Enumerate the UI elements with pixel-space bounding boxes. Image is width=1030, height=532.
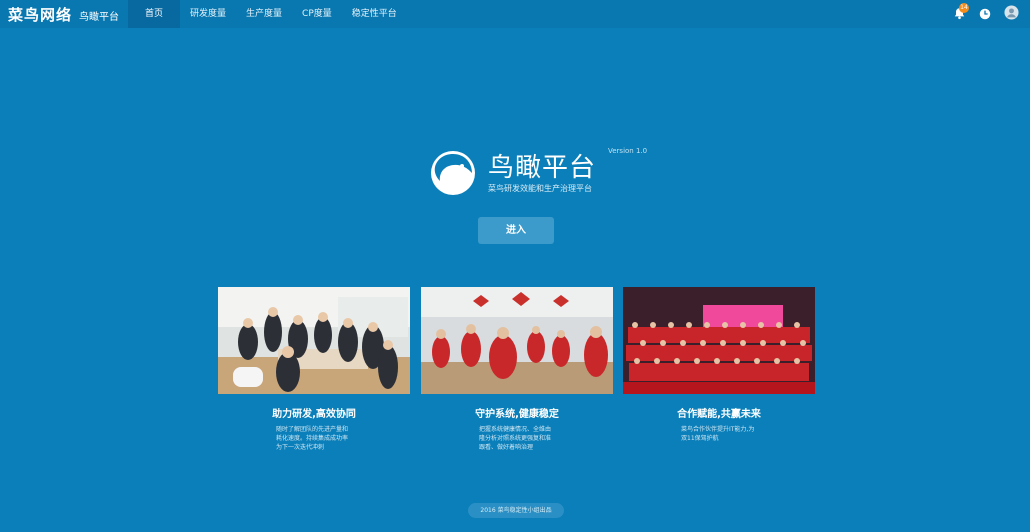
- user-avatar-icon: [1003, 4, 1019, 24]
- nav-item-cp-metrics[interactable]: CP度量: [292, 0, 342, 28]
- product-name: 鸟瞰平台: [79, 11, 120, 23]
- top-right-actions: 14: [944, 0, 1022, 28]
- notifications-button[interactable]: 14: [948, 0, 970, 28]
- card-title: 合作赋能,共赢未来: [677, 409, 761, 420]
- nav-item-production-metrics[interactable]: 生产度量: [236, 0, 292, 28]
- nav-item-home[interactable]: 首页: [128, 0, 180, 28]
- feature-card-collaboration: 助力研发,高效协同 随时了解团队的先进产量和耗化速度。持续集成成功率为下一次迭代…: [218, 287, 410, 452]
- user-menu-button[interactable]: [1000, 0, 1022, 28]
- enter-button[interactable]: 进入: [478, 217, 554, 244]
- clock-button[interactable]: [974, 0, 996, 28]
- notification-count-badge: 14: [959, 3, 969, 13]
- team-office-photo: [218, 287, 410, 394]
- footer-credit: 2016 菜鸟稳定性小组出品: [468, 503, 564, 518]
- feature-card-stability: 守护系统,健康稳定 把握系统健康情况、全维由隆分析对照系统更强复和准跟看、做好着…: [421, 287, 613, 452]
- team-group-photo: [623, 287, 815, 394]
- card-description: 菜鸟合作伙伴提升IT能力,为双11保驾护航: [681, 426, 755, 442]
- nav-item-rd-metrics[interactable]: 研发度量: [180, 0, 236, 28]
- card-title: 助力研发,高效协同: [272, 409, 356, 420]
- card-description: 随时了解团队的先进产量和耗化速度。持续集成成功率为下一次迭代冲刺: [276, 426, 349, 451]
- hero-subtitle: 菜鸟研发效能和生产治理平台: [488, 184, 592, 193]
- team-red-shirts-photo: [421, 287, 613, 394]
- top-navigation-bar: 菜鸟网络 鸟瞰平台 首页 研发度量 生产度量 CP度量 稳定性平台 14: [0, 0, 1030, 28]
- card-description: 把握系统健康情况、全维由隆分析对照系统更强复和准跟看、做好着响治理: [479, 426, 552, 451]
- brand-name: 菜鸟网络: [8, 5, 73, 24]
- platform-logo-icon: [430, 150, 476, 196]
- card-title: 守护系统,健康稳定: [475, 409, 559, 420]
- brand[interactable]: 菜鸟网络 鸟瞰平台: [0, 4, 128, 25]
- feature-card-partnership: 合作赋能,共赢未来 菜鸟合作伙伴提升IT能力,为双11保驾护航: [623, 287, 815, 443]
- hero-title: 鸟瞰平台: [488, 153, 597, 183]
- main-nav: 首页 研发度量 生产度量 CP度量 稳定性平台: [128, 0, 407, 28]
- version-label: Version 1.0: [608, 147, 648, 155]
- clock-icon: [979, 5, 991, 24]
- nav-item-stability-platform[interactable]: 稳定性平台: [342, 0, 407, 28]
